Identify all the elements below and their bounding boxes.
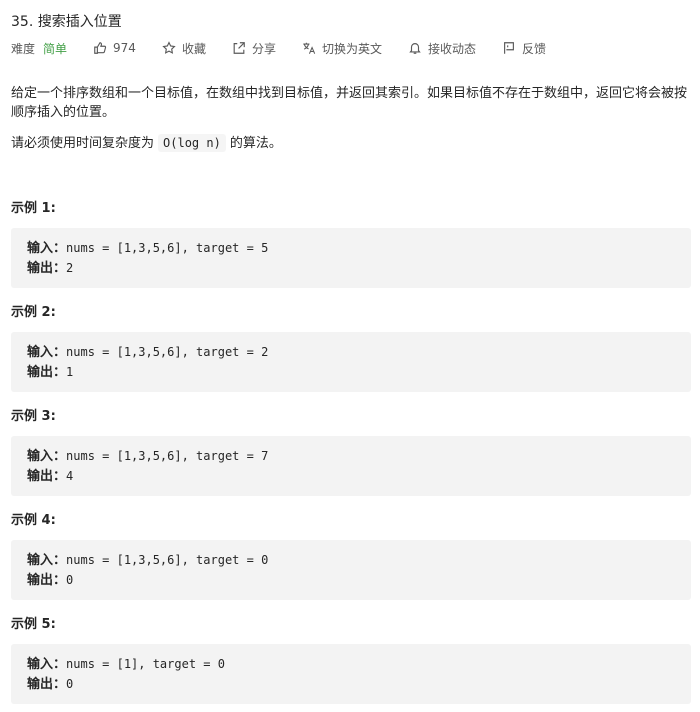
complexity-code: O(log n) [158, 134, 226, 152]
example-title: 示例 2: [11, 305, 56, 320]
difficulty-label: 难度 [11, 41, 36, 56]
example-output-value: 2 [66, 261, 74, 275]
example-title: 示例 5: [11, 617, 56, 632]
example-input-value: nums = [1,3,5,6], target = 5 [66, 241, 269, 255]
example-output-line: 输出：4 [27, 466, 73, 486]
example-code-block: 输入：nums = [1,3,5,6], target = 0 输出：0 [11, 540, 691, 600]
collect-button[interactable]: 收藏 [162, 40, 206, 57]
example-input-line: 输入：nums = [1], target = 0 [27, 654, 225, 674]
example-input-line: 输入：nums = [1,3,5,6], target = 2 [27, 342, 268, 362]
input-label: 输入： [27, 241, 67, 256]
example-output-value: 0 [66, 573, 74, 587]
requirement-text-after: 的算法。 [229, 136, 282, 151]
example-output-line: 输出：0 [27, 674, 73, 694]
difficulty-badge: 简单 [43, 41, 68, 56]
example-input-value: nums = [1,3,5,6], target = 0 [66, 553, 269, 567]
collect-label: 收藏 [181, 41, 206, 56]
input-label: 输入： [27, 449, 67, 464]
example-input-value: nums = [1], target = 0 [66, 657, 225, 671]
example-output-line: 输出：1 [27, 362, 73, 382]
example-input-value: nums = [1,3,5,6], target = 2 [66, 345, 269, 359]
example-title: 示例 3: [11, 409, 56, 424]
share-icon [233, 42, 245, 54]
output-label: 输出： [27, 677, 67, 692]
example-code-block: 输入：nums = [1,3,5,6], target = 5 输出：2 [11, 228, 691, 288]
example-input-line: 输入：nums = [1,3,5,6], target = 0 [27, 550, 268, 570]
star-icon [162, 41, 176, 54]
feedback-label: 反馈 [522, 41, 547, 56]
like-count: 974 [113, 41, 136, 55]
switch-language-label: 切换为英文 [321, 41, 382, 56]
example-output-line: 输出：0 [27, 570, 73, 590]
output-label: 输出： [27, 261, 67, 276]
share-button[interactable]: 分享 [232, 40, 276, 57]
example-code-block: 输入：nums = [1,3,5,6], target = 2 输出：1 [11, 332, 691, 392]
bell-icon [409, 43, 421, 54]
thumbs-up-icon [94, 42, 107, 54]
example-input-value: nums = [1,3,5,6], target = 7 [66, 449, 269, 463]
requirement-text-before: 请必须使用时间复杂度为 [11, 136, 155, 151]
example-input-line: 输入：nums = [1,3,5,6], target = 7 [27, 446, 268, 466]
problem-meta-bar: 难度 简单 974 收藏 分享 切换为英文 接收动态 反馈 [11, 38, 572, 58]
example-input-line: 输入：nums = [1,3,5,6], target = 5 [27, 238, 268, 258]
example-title: 示例 1: [11, 201, 56, 216]
example-title: 示例 4: [11, 513, 56, 528]
output-label: 输出： [27, 365, 67, 380]
problem-title: 35. 搜索插入位置 [11, 14, 122, 30]
example-code-block: 输入：nums = [1,3,5,6], target = 7 输出：4 [11, 436, 691, 496]
example-output-line: 输出：2 [27, 258, 73, 278]
feedback-button[interactable]: 反馈 [502, 40, 546, 57]
example-output-value: 1 [66, 365, 74, 379]
output-label: 输出： [27, 573, 67, 588]
share-label: 分享 [251, 41, 276, 56]
subscribe-label: 接收动态 [427, 41, 476, 56]
output-label: 输出： [27, 469, 67, 484]
translate-icon [303, 42, 316, 54]
example-code-block: 输入：nums = [1], target = 0 输出：0 [11, 644, 691, 704]
example-output-value: 0 [66, 677, 74, 691]
feedback-flag-icon [504, 42, 514, 54]
input-label: 输入： [27, 553, 67, 568]
like-button[interactable]: 974 [93, 41, 136, 55]
input-label: 输入： [27, 345, 67, 360]
problem-description: 给定一个排序数组和一个目标值，在数组中找到目标值，并返回其索引。如果目标值不存在… [11, 86, 688, 120]
switch-language-button[interactable]: 切换为英文 [302, 40, 382, 57]
complexity-requirement: 请必须使用时间复杂度为 O(log n) 的算法。 [11, 134, 282, 153]
example-output-value: 4 [66, 469, 74, 483]
subscribe-button[interactable]: 接收动态 [408, 40, 476, 57]
input-label: 输入： [27, 657, 67, 672]
